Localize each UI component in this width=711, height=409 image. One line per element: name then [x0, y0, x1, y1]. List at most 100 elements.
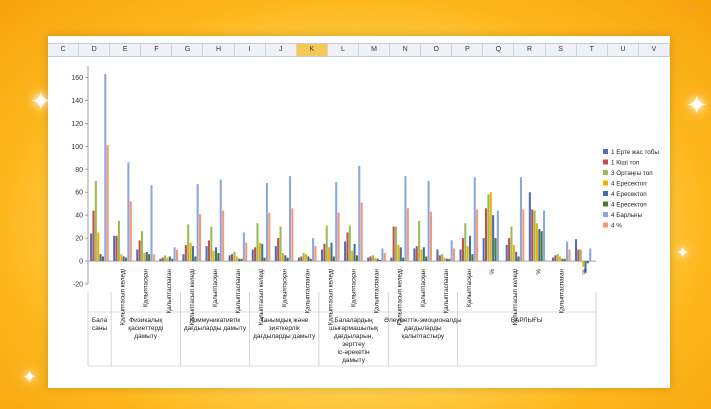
bar: [374, 257, 377, 262]
legend-label: 1 Кіші топ: [611, 159, 639, 167]
bar: [558, 256, 562, 262]
y-tick-label: 100: [71, 144, 83, 151]
bar: [258, 242, 261, 262]
bar: [104, 74, 107, 262]
bar: [489, 192, 492, 262]
bar: [358, 165, 361, 262]
bar: [348, 225, 351, 262]
bar: [360, 202, 363, 262]
bar: [136, 249, 139, 262]
bar: [515, 251, 518, 262]
group-label: Әлеуметтік-эмоционалды дағдыларды қалыптас…: [384, 316, 462, 340]
bar: [127, 162, 130, 262]
bar: [415, 246, 418, 262]
bar: [367, 257, 370, 262]
bar: [496, 210, 499, 262]
bar: [508, 238, 511, 262]
bar: [464, 223, 467, 262]
bar: [240, 258, 243, 262]
category-label: %: [535, 269, 542, 275]
bar: [535, 223, 538, 262]
category-label: %: [581, 269, 588, 275]
bar: [106, 145, 109, 262]
bar: [556, 254, 559, 262]
bar: [314, 246, 317, 262]
category-label: Қалыптасып келеді: [119, 269, 127, 325]
group-label: Бала саны: [92, 317, 108, 332]
bar: [150, 185, 153, 262]
bar: [436, 249, 439, 262]
bar: [351, 250, 354, 262]
bar: [445, 258, 448, 262]
legend-label: 4 Барлығы: [611, 212, 643, 219]
y-tick-label: 60: [75, 190, 83, 197]
bar: [274, 246, 277, 262]
bar: [277, 238, 280, 262]
bar: [528, 192, 531, 262]
bar: [484, 208, 488, 262]
bar: [222, 210, 225, 262]
category-label: Қалыптасқан: [281, 269, 288, 308]
bar: [476, 209, 479, 262]
bar: [344, 241, 347, 262]
bar: [184, 244, 187, 262]
bar: [219, 179, 222, 262]
bar: [309, 258, 312, 262]
bar: [161, 257, 164, 262]
bar: [531, 209, 534, 262]
bar: [233, 251, 236, 262]
bar: [517, 256, 520, 262]
bar: [330, 242, 333, 262]
bar: [143, 253, 146, 262]
bar: [140, 231, 144, 262]
bar: [353, 243, 356, 262]
bar: [238, 258, 241, 262]
bar: [492, 215, 495, 262]
bar: [265, 183, 268, 262]
group-label: Физикалық қасиеттерді дамыту: [128, 317, 163, 340]
bar: [99, 254, 102, 262]
category-label: Қалыптаспаған: [235, 269, 242, 314]
category-label: Қалыптасқан: [143, 269, 150, 308]
bar: [494, 238, 497, 262]
bar: [196, 184, 199, 262]
category-label: Қалыптасқан: [351, 269, 358, 308]
bar: [586, 261, 589, 264]
bar: [191, 246, 194, 262]
bar: [554, 255, 557, 262]
bar: [129, 201, 132, 262]
bar: [383, 253, 386, 262]
bar: [171, 258, 174, 262]
bar: [519, 177, 522, 262]
bar: [302, 253, 305, 262]
bar: [207, 240, 210, 262]
bar: [182, 254, 185, 262]
bar: [279, 226, 282, 262]
bar: [189, 242, 192, 262]
bar: [429, 211, 432, 262]
bar: [97, 232, 100, 262]
y-tick-label: 160: [71, 75, 83, 82]
bar: [438, 255, 441, 262]
bar: [522, 209, 525, 262]
bar: [487, 194, 490, 262]
bar: [448, 258, 451, 262]
bar: [418, 220, 421, 262]
bar: [473, 177, 476, 262]
bar: [187, 224, 190, 262]
bar: [538, 228, 541, 262]
bar: [459, 249, 462, 262]
bar: [90, 233, 93, 262]
sparkle-icon: ✦: [22, 367, 38, 387]
bar: [325, 225, 328, 262]
bar: [168, 256, 171, 262]
bar: [543, 210, 546, 262]
bar: [579, 249, 582, 262]
legend-swatch: [603, 180, 608, 186]
bar: [390, 257, 393, 262]
y-tick-label: 20: [75, 236, 83, 243]
category-label: Қалыптаспаған: [166, 269, 173, 314]
bar: [379, 259, 382, 262]
legend-label: 4 Ересектоп: [611, 202, 647, 209]
legend-swatch: [603, 222, 608, 228]
